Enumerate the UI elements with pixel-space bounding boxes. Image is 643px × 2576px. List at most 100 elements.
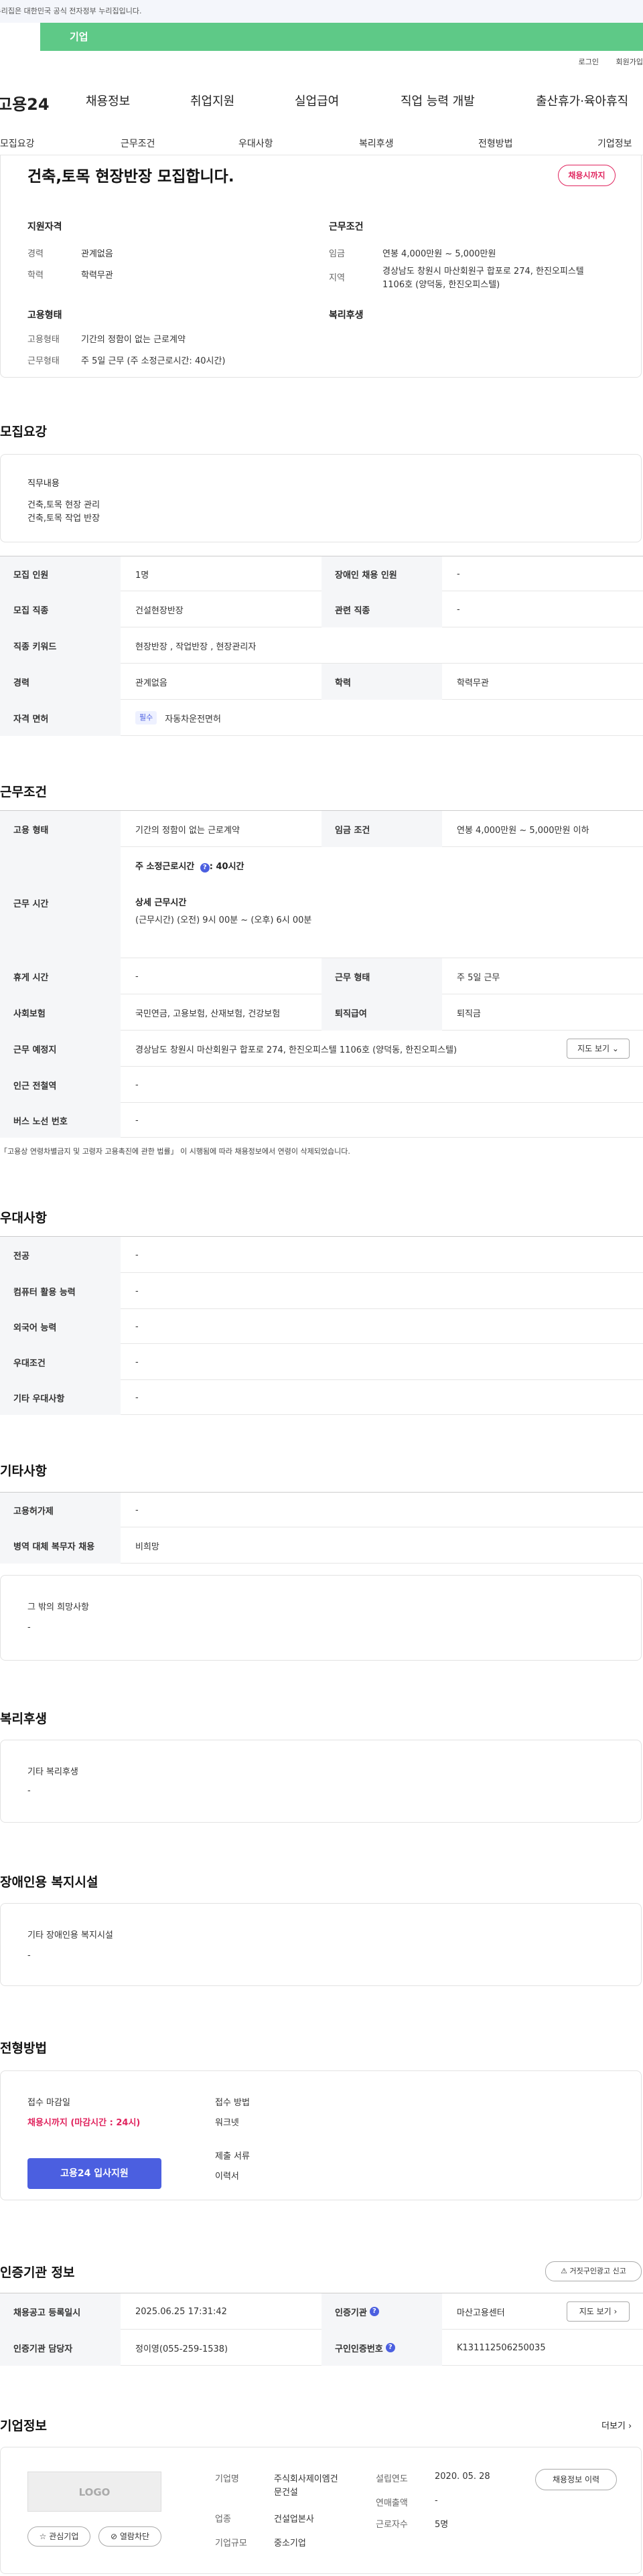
tab-work-conditions[interactable]: 근무조건	[121, 137, 155, 150]
duty-card: 직무내용 건축,토목 현장 관리 건축,토목 작업 반장	[0, 454, 642, 542]
duty-heading: 직무내용	[27, 479, 60, 489]
process-card: 접수 마감일 채용시까지 (마감시간 : 24시) 접수 방법 워크넷 제출 서…	[0, 2070, 642, 2200]
apply-button[interactable]: 고용24 입사지원	[27, 2158, 161, 2189]
work-table: 고용 형태 기간의 정함이 없는 근로계약 임금 조건 연봉 4,000만원 ~…	[0, 810, 643, 1138]
method-heading: 접수 방법	[215, 2098, 250, 2108]
job-title: 건축,토목 현장반장 모집합니다.	[27, 168, 234, 185]
favorite-company-button[interactable]: ☆ 관심기업	[27, 2526, 90, 2547]
wage-cond-value: 연봉 4,000만원 ~ 5,000만원 이하	[457, 825, 589, 836]
other-wishes-value: -	[27, 1622, 31, 1633]
company-name-label: 기업명	[215, 2474, 239, 2484]
summary-card: 건축,토목 현장반장 모집합니다. 채용시까지 지원자격 근무조건 경력 관계없…	[0, 155, 642, 378]
detail-hours-value: (근무시간) (오전) 9시 00분 ~ (오후) 6시 00분	[135, 915, 312, 925]
hours-label: 근무 시간	[0, 847, 121, 958]
info-icon[interactable]: ?	[369, 2307, 379, 2316]
docs-heading: 제출 서류	[215, 2151, 250, 2162]
agency-map-button[interactable]: 지도 보기 ›	[567, 2301, 630, 2322]
company-logo: LOGO	[27, 2472, 161, 2512]
docs-value: 이력서	[215, 2172, 239, 2182]
nav-jobs[interactable]: 채용정보	[86, 92, 130, 109]
org-value: 마산고용센터	[457, 2307, 505, 2318]
disability-value: -	[27, 1951, 31, 1961]
wage-label: 임금	[329, 249, 345, 259]
block-view-button[interactable]: ⊘ 열람차단	[98, 2526, 161, 2547]
emptype-value: 기간의 정함이 없는 근로계약	[81, 335, 186, 345]
rest-value: -	[135, 971, 139, 982]
license-value: 필수 자동차운전면허	[121, 700, 221, 736]
etc-row-label: 병역 대체 복무자 채용	[0, 1527, 121, 1564]
rel-value: -	[457, 604, 460, 615]
pref-row-label: 전공	[0, 1237, 121, 1273]
work-form-label: 근무 형태	[322, 958, 442, 994]
pref-row-value: -	[135, 1286, 139, 1296]
disability-card: 기타 장애인용 복지시설 -	[0, 1903, 642, 1986]
report-fake-ad-button[interactable]: ⚠ 거짓구인광고 신고	[545, 2261, 642, 2281]
count-label: 모집 인원	[0, 556, 121, 591]
agency-table: 채용공고 등록일시 2025.06.25 17:31:42 인증기관? 마산고용…	[0, 2293, 643, 2366]
company-more-link[interactable]: 더보기 ›	[601, 2419, 632, 2431]
nav-vocational-training[interactable]: 직업 능력 개발	[401, 92, 475, 109]
duty-line1: 건축,토목 현장 관리	[27, 500, 100, 510]
work-form-value: 주 5일 근무	[457, 972, 500, 983]
weekly-hours: 주 소정근로시간 ?: 40시간	[135, 862, 244, 873]
age-notice: 「고용상 연령차별금지 및 고령자 고용촉진에 관한 법률」 이 시행됨에 따라…	[0, 1147, 350, 1156]
etc-title: 기타사항	[0, 1464, 47, 1479]
required-tag: 필수	[135, 711, 157, 725]
company-name-line1: 주식회사제이엠건	[274, 2474, 338, 2484]
company-title: 기업정보	[0, 2419, 47, 2433]
nav-parental-leave[interactable]: 출산휴가·육아휴직	[536, 92, 628, 109]
tab-preferences[interactable]: 우대사항	[238, 137, 273, 150]
recruit-title: 모집요강	[0, 425, 47, 439]
info-icon[interactable]: ?	[200, 863, 210, 873]
employees-label: 근로자수	[376, 2520, 408, 2530]
founded-label: 설립연도	[376, 2474, 408, 2484]
chevron-down-icon: ⌄	[612, 1044, 619, 1053]
pref-row-value: -	[135, 1392, 139, 1403]
keyword-label: 직종 키워드	[0, 627, 121, 664]
duty-line2: 건축,토목 작업 반장	[27, 514, 100, 524]
work-place-label: 근무 예정지	[0, 1031, 121, 1067]
location-label: 지역	[329, 273, 345, 283]
tab-company-info[interactable]: 기업정보	[597, 137, 632, 150]
wage-value: 연봉 4,000만원 ~ 5,000만원	[382, 249, 496, 259]
login-link[interactable]: 로그인	[579, 58, 599, 66]
nav-employment-support[interactable]: 취업지원	[190, 92, 234, 109]
pref-row-value: -	[135, 1321, 139, 1332]
work-title: 근무조건	[0, 785, 47, 800]
deadline-badge: 채용시까지	[558, 165, 616, 186]
emp-type-label: 고용 형태	[0, 811, 121, 847]
pref-row-label: 기타 우대사항	[0, 1380, 121, 1415]
chevron-right-icon: ›	[628, 2421, 632, 2431]
industry-value: 건설업본사	[274, 2514, 314, 2524]
alert-icon: ⚠	[561, 2267, 567, 2275]
signup-link[interactable]: 회원가입	[616, 58, 643, 66]
rel-label: 관련 직종	[322, 591, 442, 627]
tab-recruit[interactable]: 모집요강	[0, 137, 35, 150]
tab-welfare[interactable]: 복리후생	[359, 137, 394, 150]
eye-off-icon: ⊘	[110, 2532, 118, 2541]
subway-label: 인근 전철역	[0, 1067, 121, 1103]
tab-process[interactable]: 전형방법	[478, 137, 513, 150]
staff-label: 인증기관 담당자	[0, 2330, 121, 2366]
hiring-history-button[interactable]: 채용정보 이력	[535, 2469, 617, 2490]
etc-table: 고용허가제 - 병역 대체 복무자 채용 비희망	[0, 1492, 643, 1564]
tab-personal[interactable]: 기업인	[0, 23, 29, 51]
rest-label: 휴게 시간	[0, 958, 121, 994]
map-button[interactable]: 지도 보기 ⌄	[567, 1039, 630, 1059]
condition-heading: 근무조건	[329, 222, 364, 232]
worktype-label: 근무형태	[27, 356, 60, 366]
info-icon[interactable]: ?	[385, 2343, 395, 2352]
disabled-count-value: -	[457, 569, 460, 579]
welfare-heading: 복리후생	[329, 310, 364, 321]
pref-title: 우대사항	[0, 1211, 47, 1225]
company-card: LOGO ☆ 관심기업 ⊘ 열람차단 기업명 주식회사제이엠건 문건설 업종 건…	[0, 2447, 642, 2574]
company-size-label: 기업규모	[215, 2539, 247, 2549]
top-links: 로그인 회원가입	[564, 56, 643, 67]
method-value: 워크넷	[215, 2118, 239, 2128]
worktype-value: 주 5일 근무 (주 소정근로시간: 40시간)	[81, 356, 226, 366]
tab-company[interactable]: 기업	[40, 23, 643, 51]
nav-unemployment-benefit[interactable]: 실업급여	[295, 92, 339, 109]
job-value: 건설현장반장	[135, 605, 184, 616]
company-size-value: 중소기업	[274, 2539, 306, 2549]
work-place-value: 경상남도 창원시 마산회원구 합포로 274, 한진오피스텔 1106호 (양덕…	[135, 1045, 457, 1055]
